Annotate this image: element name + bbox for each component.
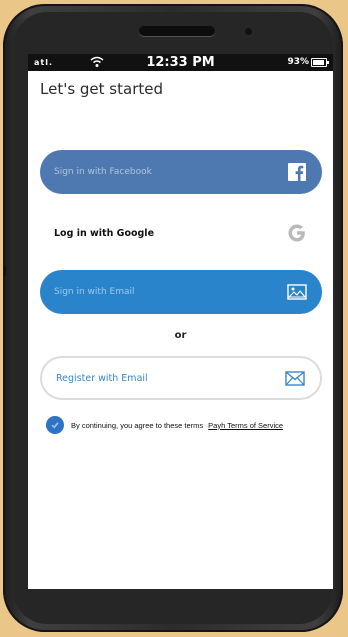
facebook-icon xyxy=(286,161,308,183)
google-login-label: Log in with Google xyxy=(54,227,155,239)
screen: atl. 12:33 PM 93% Let's get started Sign… xyxy=(28,54,333,589)
email-signin-label: Sign in with Email xyxy=(54,287,135,297)
speaker-grille xyxy=(139,26,215,36)
facebook-signin-label: Sign in with Facebook xyxy=(54,167,152,177)
status-bar: atl. 12:33 PM 93% xyxy=(28,54,333,71)
or-divider: or xyxy=(174,330,187,341)
phone-frame: atl. 12:33 PM 93% Let's get started Sign… xyxy=(3,4,343,632)
facebook-signin-button[interactable]: Sign in with Facebook xyxy=(40,150,322,194)
register-email-label: Register with Email xyxy=(56,372,148,384)
side-button xyxy=(3,266,6,276)
battery-percent: 93% xyxy=(287,57,309,67)
google-icon xyxy=(286,222,308,244)
register-email-button[interactable]: Register with Email xyxy=(40,356,322,400)
front-camera xyxy=(245,28,252,35)
terms-row: By continuing, you agree to these terms … xyxy=(46,415,326,435)
terms-of-service-link[interactable]: Payh Terms of Service xyxy=(208,421,283,430)
envelope-icon xyxy=(284,367,306,389)
image-icon xyxy=(286,281,308,303)
terms-text: By continuing, you agree to these terms xyxy=(71,420,204,430)
google-login-button[interactable]: Log in with Google xyxy=(40,211,322,255)
page-title: Let's get started xyxy=(40,80,163,98)
check-icon xyxy=(51,422,59,429)
email-signin-button[interactable]: Sign in with Email xyxy=(40,270,322,314)
terms-checkbox[interactable] xyxy=(46,416,64,434)
battery-icon xyxy=(311,58,329,67)
